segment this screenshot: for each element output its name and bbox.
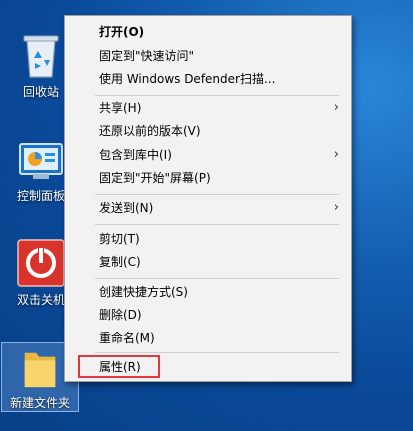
menu-item-include-in-library[interactable]: 包含到库中(I) › xyxy=(65,144,351,166)
menu-item-label: 包含到库中(I) xyxy=(99,148,172,162)
desktop-icon-label: 新建文件夹 xyxy=(9,396,70,410)
menu-item-open[interactable]: 打开(O) xyxy=(65,21,351,43)
menu-separator xyxy=(95,278,339,279)
folder-icon xyxy=(24,352,56,388)
menu-item-label: 共享(H) xyxy=(99,101,142,115)
menu-item-pin-quick-access[interactable]: 固定到"快速访问" xyxy=(65,45,351,67)
menu-item-restore-versions[interactable]: 还原以前的版本(V) xyxy=(65,120,351,142)
menu-separator xyxy=(95,224,339,225)
power-icon xyxy=(17,239,65,287)
menu-item-share[interactable]: 共享(H) › xyxy=(65,97,351,119)
chevron-right-icon: › xyxy=(333,147,339,162)
menu-item-send-to[interactable]: 发送到(N) › xyxy=(65,197,351,219)
desktop-icon-label: 双击关机 xyxy=(16,293,65,307)
desktop-icon-label: 控制面板 xyxy=(16,189,65,203)
menu-separator xyxy=(95,352,339,353)
menu-item-copy[interactable]: 复制(C) xyxy=(65,251,351,273)
menu-item-pin-start[interactable]: 固定到"开始"屏幕(P) xyxy=(65,167,351,189)
recycle-bin-icon xyxy=(23,35,59,78)
context-menu: 打开(O) 固定到"快速访问" 使用 Windows Defender扫描...… xyxy=(64,15,352,382)
menu-separator xyxy=(95,194,339,195)
menu-item-label: 发送到(N) xyxy=(99,201,154,215)
chevron-right-icon: › xyxy=(333,200,339,215)
desktop-icon-label: 回收站 xyxy=(22,85,59,99)
chevron-right-icon: › xyxy=(333,100,339,115)
highlight-box xyxy=(78,355,160,378)
menu-item-rename[interactable]: 重命名(M) xyxy=(65,327,351,349)
desktop: { "desktop": { "icons": [ {"label": "回收站… xyxy=(0,0,413,431)
menu-item-create-shortcut[interactable]: 创建快捷方式(S) xyxy=(65,281,351,303)
menu-item-delete[interactable]: 删除(D) xyxy=(65,304,351,326)
control-panel-icon xyxy=(19,143,63,179)
menu-separator xyxy=(95,95,339,96)
menu-item-defender-scan[interactable]: 使用 Windows Defender扫描... xyxy=(65,68,351,90)
menu-item-cut[interactable]: 剪切(T) xyxy=(65,228,351,250)
